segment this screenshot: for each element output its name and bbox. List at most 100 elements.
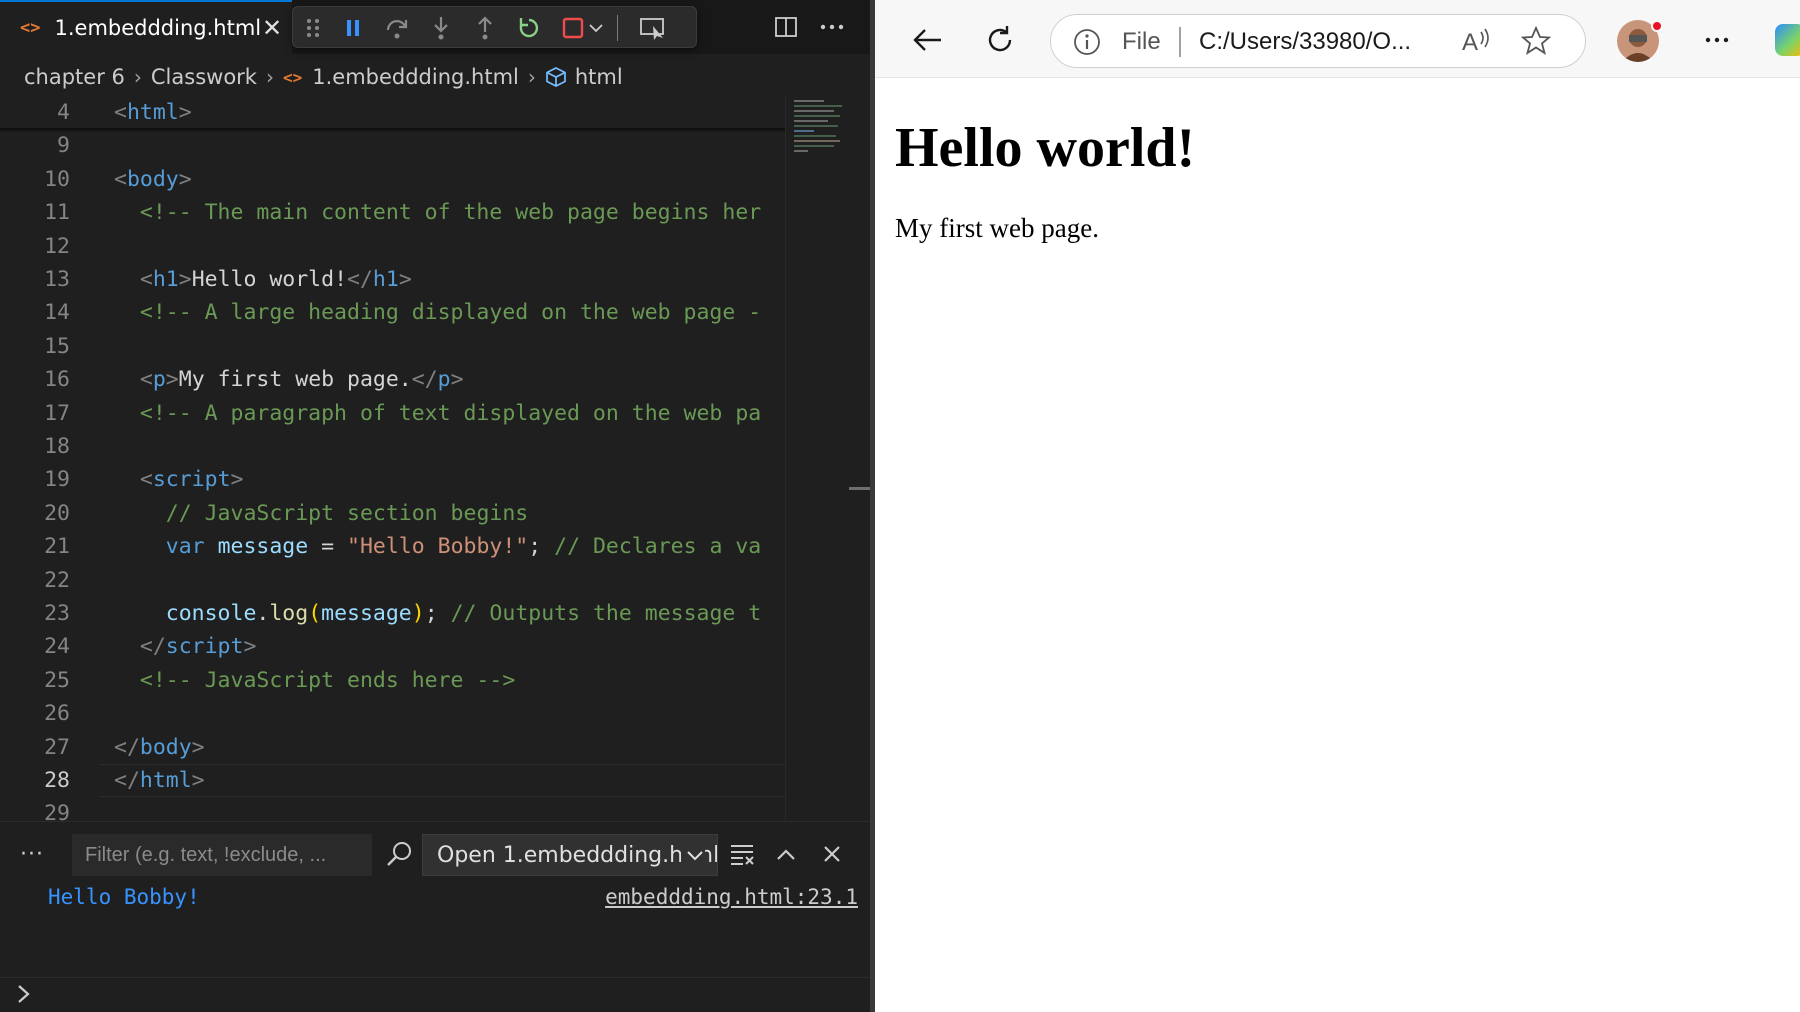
chevron-up-icon[interactable]	[768, 836, 804, 872]
code-line[interactable]: 9	[0, 129, 785, 162]
close-icon[interactable]	[814, 836, 850, 872]
console-source-link[interactable]: embeddding.html:23.1	[605, 885, 858, 909]
breadcrumb-folder[interactable]: chapter 6	[24, 65, 125, 89]
line-number: 4	[57, 100, 70, 125]
console-filter-input[interactable]	[72, 834, 372, 876]
code-line[interactable]: 16 <p>My first web page.</p>	[0, 363, 785, 396]
code-line[interactable]: 26	[0, 697, 785, 730]
code-line[interactable]: 15	[0, 330, 785, 363]
breadcrumb-file[interactable]: 1.embeddding.html	[312, 65, 519, 89]
code-token: >	[230, 467, 244, 493]
code-token: p	[152, 367, 166, 393]
more-icon[interactable]: ···	[20, 842, 44, 867]
more-actions-icon[interactable]	[815, 10, 849, 44]
pause-button[interactable]	[337, 12, 369, 44]
restart-button[interactable]	[513, 12, 545, 44]
code-token: <	[139, 367, 153, 393]
code-area[interactable]: 4 <html> 9 10 <body> 11 <!-- The main content…	[0, 96, 785, 821]
chevron-down-icon[interactable]	[585, 12, 607, 44]
split-editor-icon[interactable]	[769, 10, 803, 44]
code-line[interactable]: 22	[0, 564, 785, 597]
code-token: log	[269, 601, 309, 626]
code-text: <!-- A large heading displayed on the we…	[114, 296, 761, 329]
html-file-icon: <>	[20, 18, 41, 38]
code-line[interactable]: 29	[0, 797, 785, 821]
code-token: html	[139, 768, 192, 793]
code-line[interactable]: 10 <body>	[0, 163, 785, 196]
debug-session-select[interactable]: Open 1.embeddding.html	[422, 834, 718, 876]
line-number: 9	[57, 133, 70, 159]
code-token: >	[178, 166, 192, 192]
favorite-star-icon[interactable]	[1520, 25, 1552, 61]
read-aloud-icon[interactable]: A	[1460, 26, 1494, 61]
code-line[interactable]: 4 <html>	[0, 96, 785, 129]
line-number: 15	[44, 333, 70, 359]
breadcrumb-symbol[interactable]: html	[575, 65, 623, 89]
code-token: Hello world!	[191, 267, 348, 292]
code-token: <!-- A large heading displayed on the we…	[139, 300, 762, 326]
info-icon[interactable]	[1073, 28, 1101, 61]
code-line[interactable]: 12	[0, 230, 785, 263]
step-over-button[interactable]	[381, 12, 413, 44]
line-number: 13	[44, 267, 70, 292]
code-token: <	[139, 267, 153, 292]
code-line[interactable]: 27 </body>	[0, 731, 785, 764]
code-line[interactable]: 24 </script>	[0, 630, 785, 663]
code-line[interactable]: 13 <h1>Hello world!</h1>	[0, 263, 785, 296]
word-wrap-icon[interactable]	[724, 836, 760, 872]
code-line[interactable]: 18	[0, 430, 785, 463]
code-line[interactable]: 25 <!-- JavaScript ends here -->	[0, 664, 785, 697]
code-token: =	[308, 534, 348, 560]
code-token: // Outputs the message t	[450, 601, 762, 626]
debug-session-label: Open 1.embeddding.html	[437, 842, 718, 868]
url-text[interactable]: C:/Users/33980/O...	[1199, 28, 1411, 56]
drag-handle-icon[interactable]	[297, 12, 329, 44]
code-token: body	[126, 166, 179, 192]
back-arrow-icon[interactable]	[905, 18, 949, 62]
refresh-icon[interactable]	[978, 18, 1022, 62]
inspect-screen-icon[interactable]	[633, 12, 673, 44]
code-line[interactable]: 19 <script>	[0, 463, 785, 496]
minimap-line	[794, 125, 838, 127]
code-line[interactable]: 11 <!-- The main content of the web page…	[0, 196, 785, 229]
code-token: "Hello Bobby!"	[347, 534, 529, 560]
line-number: 10	[44, 166, 70, 192]
page-paragraph: My first web page.	[895, 213, 1099, 243]
code-text: // JavaScript section begins	[114, 497, 528, 530]
url-scheme-label: File	[1122, 28, 1161, 55]
code-line[interactable]: 23 console.log(message); // Outputs the …	[0, 597, 785, 630]
code-line[interactable]: 17 <!-- A paragraph of text displayed on…	[0, 397, 785, 430]
code-token: </	[347, 267, 373, 292]
step-into-button[interactable]	[425, 12, 457, 44]
line-number: 16	[44, 367, 70, 393]
minimap[interactable]	[785, 96, 849, 821]
editor-tab[interactable]: <> 1.embeddding.html ✕	[0, 0, 292, 54]
code-token: </	[114, 734, 140, 760]
code-line[interactable]: 14 <!-- A large heading displayed on the…	[0, 296, 785, 329]
line-number: 25	[44, 667, 70, 693]
step-out-button[interactable]	[469, 12, 501, 44]
minimap-line	[794, 150, 808, 152]
minimap-line	[794, 110, 834, 112]
minimap-line	[794, 120, 828, 122]
code-token: ;	[528, 534, 555, 560]
breadcrumb-subfolder[interactable]: Classwork	[151, 65, 257, 89]
toolbar-separator	[617, 15, 618, 41]
code-line[interactable]: 20 // JavaScript section begins	[0, 497, 785, 530]
code-text: <script>	[114, 463, 244, 496]
copilot-icon[interactable]	[1775, 24, 1800, 56]
code-token: message	[217, 534, 309, 560]
close-tab-icon[interactable]: ✕	[262, 14, 282, 42]
address-bar[interactable]: File C:/Users/33980/O... A	[1050, 14, 1586, 68]
debug-repl-input[interactable]	[0, 977, 870, 1012]
more-options-icon[interactable]	[1695, 18, 1739, 62]
search-icon[interactable]	[381, 836, 417, 872]
code-token: h1	[372, 267, 399, 292]
code-line[interactable]: 21 var message = "Hello Bobby!"; // Decl…	[0, 530, 785, 563]
sticky-scroll-shadow	[0, 128, 785, 133]
line-number: 18	[44, 434, 70, 459]
scrollbar-thumb[interactable]	[849, 487, 870, 490]
code-line[interactable]: 28 </html>	[0, 764, 785, 798]
code-token: My first web page.	[178, 367, 412, 393]
